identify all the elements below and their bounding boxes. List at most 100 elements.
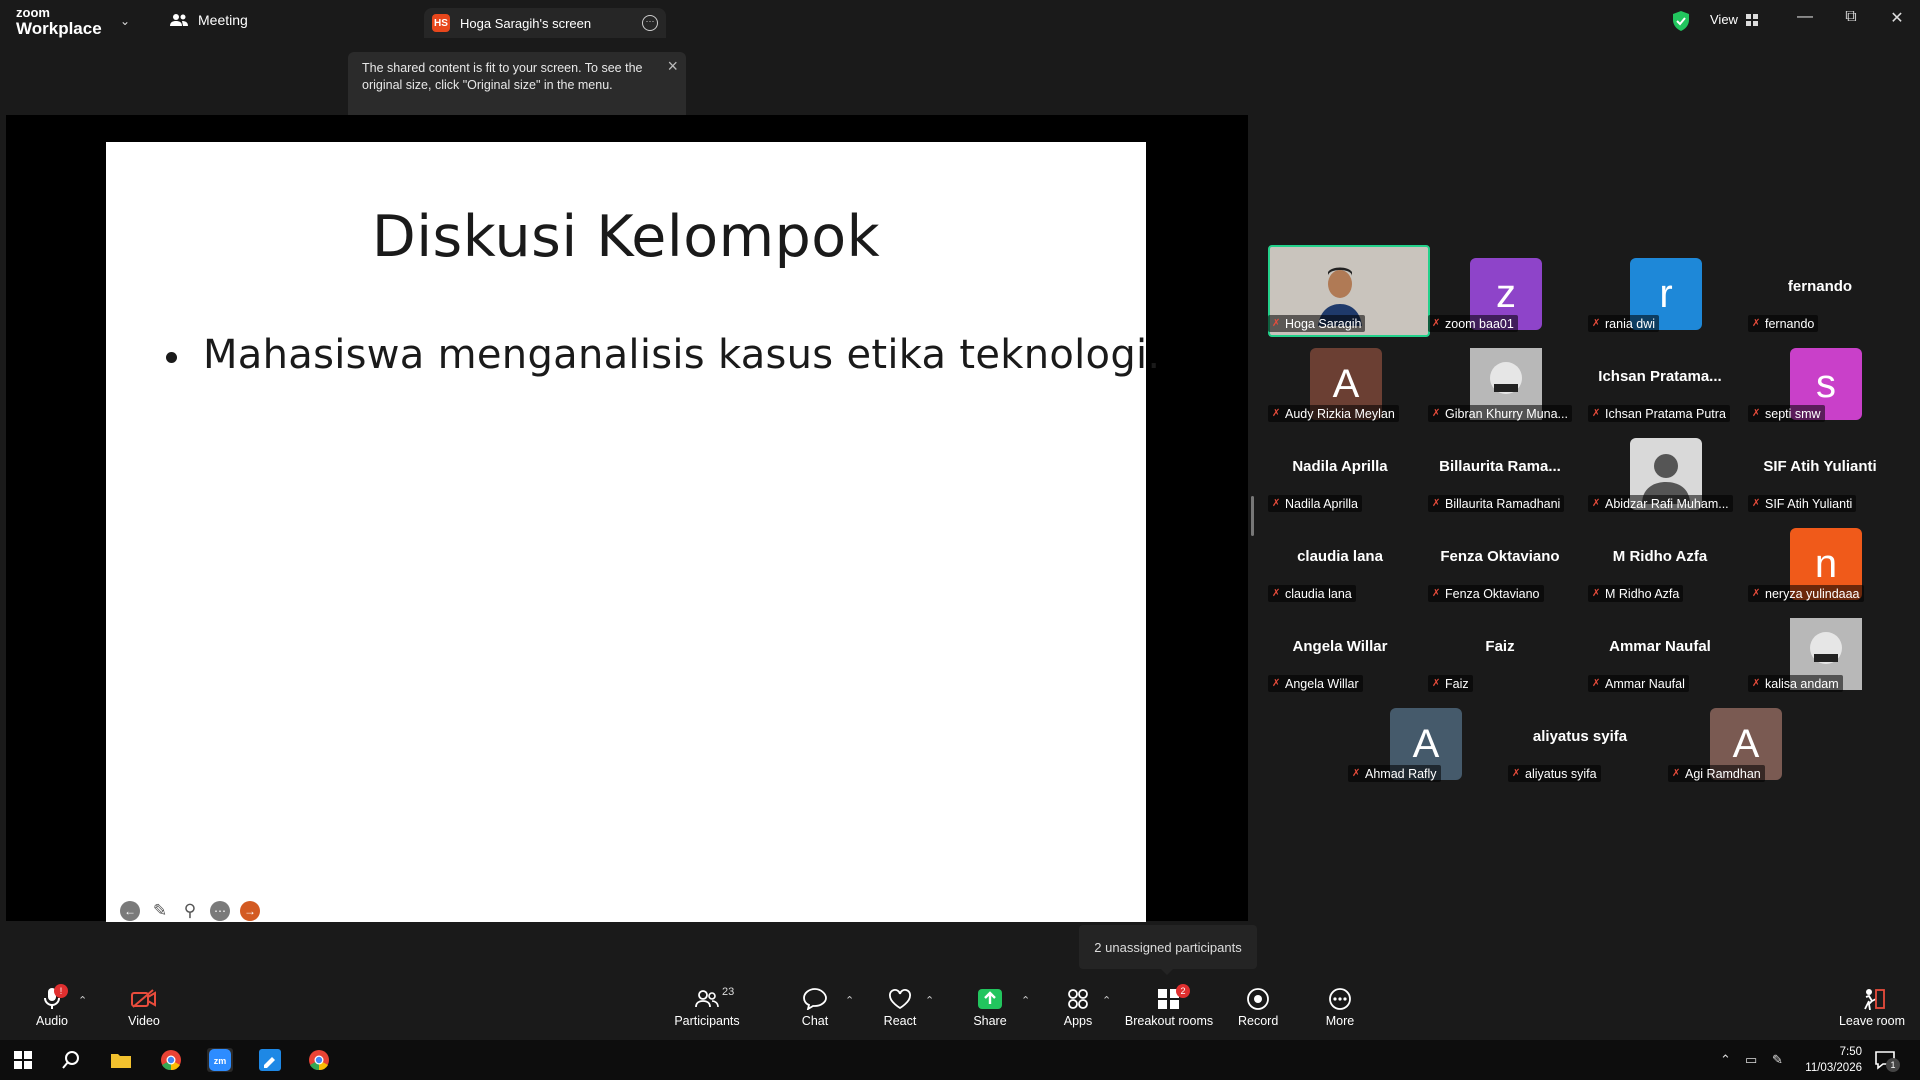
- participant-tile[interactable]: aliyatus syifa ✗ aliyatus syifa: [1500, 696, 1660, 786]
- participant-name: Ammar Naufal: [1605, 676, 1685, 691]
- screen-share-tab[interactable]: HS Hoga Saragih's screen ⋯: [424, 8, 666, 38]
- people-icon: [170, 14, 188, 26]
- participant-tile[interactable]: M Ridho Azfa ✗ M Ridho Azfa: [1580, 516, 1740, 606]
- audio-alert-badge: !: [54, 984, 68, 998]
- participants-button[interactable]: Participants 23: [672, 986, 742, 1028]
- view-button[interactable]: View: [1710, 12, 1758, 27]
- participant-tile[interactable]: A ✗ Ahmad Rafly: [1340, 696, 1500, 786]
- close-icon[interactable]: ×: [667, 56, 678, 77]
- slide-bullet-text: Mahasiswa menganalisis kasus etika tekno…: [203, 332, 1161, 378]
- participant-name: Billaurita Ramadhani: [1445, 496, 1561, 511]
- chevron-down-icon[interactable]: ⌄: [120, 14, 130, 28]
- zoom-icon[interactable]: ⚲: [180, 901, 200, 921]
- network-icon[interactable]: ▭: [1745, 1052, 1757, 1068]
- participant-tile[interactable]: z ✗ zoom baa01: [1420, 246, 1580, 336]
- notice-text: The shared content is fit to your screen…: [362, 61, 643, 92]
- panel-resize-handle[interactable]: [1251, 496, 1254, 536]
- presenter-badge: HS: [432, 14, 450, 32]
- participant-tile[interactable]: Ichsan Pratama... ✗ Ichsan Pratama Putra: [1580, 336, 1740, 426]
- audio-button[interactable]: Audio !: [32, 984, 72, 1028]
- mic-muted-icon: ✗: [1752, 408, 1761, 419]
- react-options-caret[interactable]: ⌃: [925, 994, 934, 1007]
- restore-icon[interactable]: ⧉: [1836, 8, 1866, 26]
- participant-tile[interactable]: ✗ Gibran Khurry Muna...: [1420, 336, 1580, 426]
- leave-room-label: Leave room: [1838, 1014, 1905, 1028]
- mic-muted-icon: ✗: [1592, 678, 1601, 689]
- meeting-tab-label: Meeting: [198, 12, 248, 28]
- apps-button[interactable]: Apps: [1058, 986, 1098, 1028]
- participant-tile[interactable]: fernando ✗ fernando: [1740, 246, 1900, 336]
- participant-tile[interactable]: Ammar Naufal ✗ Ammar Naufal: [1580, 606, 1740, 696]
- participant-tile[interactable]: Billaurita Rama... ✗ Billaurita Ramadhani: [1420, 426, 1580, 516]
- record-button[interactable]: Record: [1238, 986, 1278, 1028]
- chrome-profile-icon[interactable]: [306, 1048, 332, 1072]
- chat-button[interactable]: Chat: [795, 986, 835, 1028]
- participant-display-name: SIF Atih Yulianti: [1763, 458, 1877, 475]
- react-button[interactable]: React: [880, 986, 920, 1028]
- participant-tile[interactable]: Fenza Oktaviano ✗ Fenza Oktaviano: [1420, 516, 1580, 606]
- audio-options-caret[interactable]: ⌃: [78, 994, 87, 1007]
- apps-options-caret[interactable]: ⌃: [1102, 994, 1111, 1007]
- windows-start-icon[interactable]: [10, 1048, 36, 1072]
- pen-tray-icon[interactable]: ✎: [1772, 1052, 1783, 1068]
- minimize-icon[interactable]: —: [1790, 8, 1820, 26]
- video-button[interactable]: Video: [124, 986, 164, 1028]
- share-options-caret[interactable]: ⌃: [1021, 994, 1030, 1007]
- breakout-badge: 2: [1176, 984, 1190, 998]
- clock-date: 11/03/2026: [1805, 1062, 1862, 1074]
- tray-overflow-icon[interactable]: ⌃: [1720, 1052, 1731, 1068]
- participant-tile[interactable]: ✗ Hoga Saragih: [1260, 245, 1430, 337]
- shield-check-icon[interactable]: [1672, 11, 1690, 31]
- share-button[interactable]: Share: [970, 986, 1010, 1028]
- participant-tile[interactable]: A ✗ Agi Ramdhan: [1660, 696, 1820, 786]
- more-options-icon[interactable]: ⋯: [642, 15, 658, 31]
- fit-screen-notice: The shared content is fit to your screen…: [348, 52, 686, 124]
- whiteboard-icon[interactable]: [257, 1048, 283, 1072]
- chat-options-caret[interactable]: ⌃: [845, 994, 854, 1007]
- notification-count: 1: [1886, 1058, 1900, 1072]
- back-arrow-icon[interactable]: ←: [120, 901, 140, 921]
- record-label: Record: [1238, 1014, 1279, 1028]
- participant-display-name: Ammar Naufal: [1609, 638, 1711, 655]
- share-label: Share: [973, 1014, 1007, 1028]
- participant-name-tag: ✗ Faiz: [1428, 675, 1473, 692]
- participant-name: Ahmad Rafly: [1365, 766, 1437, 781]
- participant-tile[interactable]: Angela Willar ✗ Angela Willar: [1260, 606, 1420, 696]
- participant-name: Angela Willar: [1285, 676, 1359, 691]
- record-icon: [1238, 986, 1278, 1012]
- shared-screen: Diskusi Kelompok Mahasiswa menganalisis …: [6, 115, 1248, 922]
- file-explorer-icon[interactable]: [108, 1048, 134, 1072]
- logo-bottom: Workplace: [16, 19, 102, 38]
- participant-tile[interactable]: Faiz ✗ Faiz: [1420, 606, 1580, 696]
- participant-name: SIF Atih Yulianti: [1765, 496, 1853, 511]
- participant-tile[interactable]: s ✗ septi smw: [1740, 336, 1900, 426]
- pen-icon[interactable]: ✎: [150, 901, 170, 921]
- more-icon[interactable]: ⋯: [210, 901, 230, 921]
- search-icon[interactable]: [58, 1048, 84, 1072]
- zoom-taskbar-icon[interactable]: zm: [207, 1048, 233, 1072]
- breakout-rooms-button[interactable]: Breakout rooms 2: [1124, 984, 1214, 1028]
- more-button[interactable]: More: [1320, 986, 1360, 1028]
- slide-title: Diskusi Kelompok: [371, 204, 881, 270]
- participant-tile[interactable]: ✗ Abidzar Rafi Muham...: [1580, 426, 1740, 516]
- participant-tile[interactable]: n ✗ neryza yulindaaa: [1740, 516, 1900, 606]
- participant-name: Fenza Oktaviano: [1445, 586, 1540, 601]
- slide-bullet: Mahasiswa menganalisis kasus etika tekno…: [166, 332, 1160, 378]
- forward-arrow-icon[interactable]: →: [240, 901, 260, 921]
- participant-display-name: aliyatus syifa: [1532, 728, 1628, 745]
- participant-tile[interactable]: SIF Atih Yulianti ✗ SIF Atih Yulianti: [1740, 426, 1900, 516]
- leave-room-button[interactable]: Leave room: [1834, 986, 1910, 1028]
- participant-tile[interactable]: ✗ kalisa andam: [1740, 606, 1900, 696]
- system-clock[interactable]: 7:50 11/03/2026: [1805, 1044, 1862, 1076]
- heart-icon: [880, 986, 920, 1012]
- notification-icon[interactable]: 1: [1872, 1048, 1900, 1072]
- close-icon[interactable]: ✕: [1882, 8, 1912, 28]
- zoom-logo[interactable]: zoom Workplace: [16, 6, 102, 37]
- participant-tile[interactable]: A ✗ Audy Rizkia Meylan: [1260, 336, 1420, 426]
- participant-tile[interactable]: Nadila Aprilla ✗ Nadila Aprilla: [1260, 426, 1420, 516]
- meeting-tab[interactable]: Meeting: [170, 12, 248, 28]
- chrome-icon[interactable]: [158, 1048, 184, 1072]
- participant-tile[interactable]: claudia lana ✗ claudia lana: [1260, 516, 1420, 606]
- participant-name: Hoga Saragih: [1285, 316, 1362, 331]
- participant-tile[interactable]: r ✗ rania dwi: [1580, 246, 1740, 336]
